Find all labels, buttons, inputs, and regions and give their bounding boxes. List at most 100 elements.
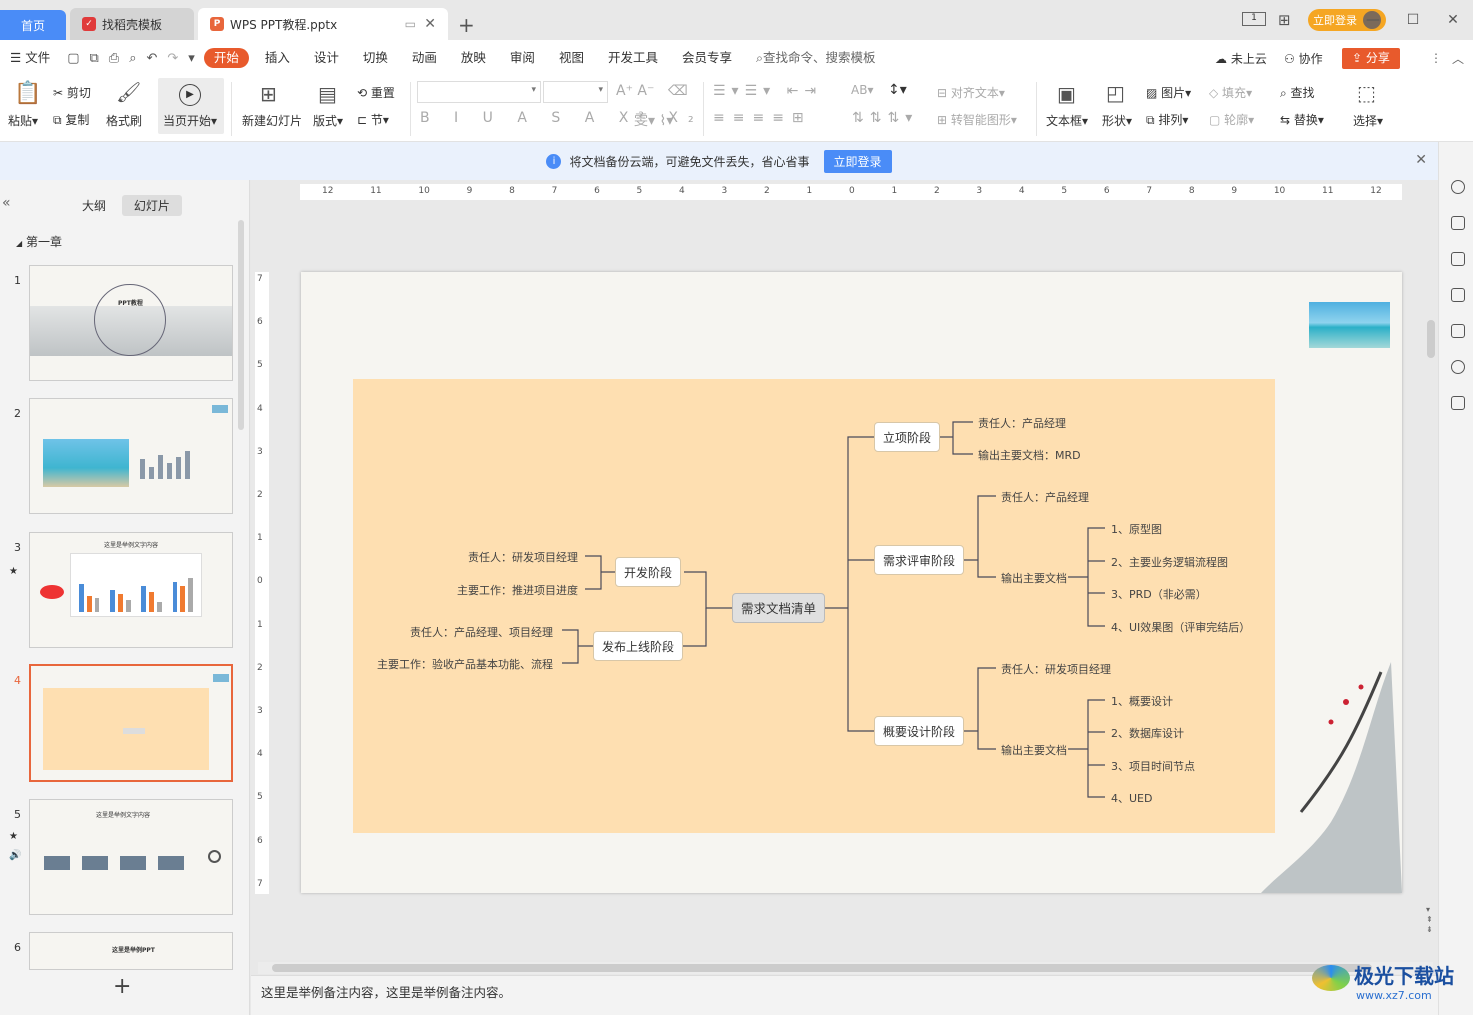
vertical-scrollbar[interactable]: ▾ ⇞ ⇟ [1424,180,1438,960]
select-icon[interactable]: ⬚ [1357,81,1376,105]
slide-thumbnail-2[interactable] [29,398,233,514]
align-text-button[interactable]: ⊟ 对齐文本▾ [937,84,1005,101]
clear-format-icon[interactable]: ⌫ [668,83,688,99]
mindmap-node-review[interactable]: 需求评审阶段 [874,545,965,575]
spacing-icons[interactable]: ⇅⇅⇅▾ [852,110,918,126]
mindmap-node-release[interactable]: 发布上线阶段 [593,631,684,661]
star-icon[interactable] [1451,252,1465,266]
mindmap-node-dev[interactable]: 开发阶段 [615,557,682,587]
mindmap-leaf[interactable]: 2、主要业务逻辑流程图 [1111,554,1228,570]
scroll-thumb[interactable] [272,964,1372,972]
tab-slides[interactable]: 幻灯片 [121,195,182,216]
section-header[interactable]: ◢ 第一章 [16,233,62,250]
mindmap-node-initiation[interactable]: 立项阶段 [874,422,941,452]
comment-icon[interactable] [1451,288,1465,302]
image-edit-icon[interactable] [1451,324,1465,338]
format-painter-button[interactable]: 格式刷 [106,112,142,129]
slide-canvas[interactable]: 需求文档清单 开发阶段 发布上线阶段 责任人：研发项目经理 主要工作：推进项目进… [301,272,1402,893]
mindmap-leaf[interactable]: 输出主要文档 [1001,742,1067,758]
mindmap-leaf[interactable]: 主要工作：推进项目进度 [457,582,578,598]
slide-thumbnail-3[interactable]: 这里是举例文字内容 [29,532,233,648]
tab-daoke[interactable]: ✓ 找稻壳模板 [70,8,194,40]
mindmap-leaf[interactable]: 3、项目时间节点 [1111,758,1195,774]
layout-button[interactable]: 版式▾ [313,112,343,129]
more-quick-icon[interactable]: ▾ [183,51,200,66]
menu-review[interactable]: 审阅 [498,40,547,76]
grid-apps-icon[interactable]: ⊞ [1278,11,1291,29]
close-window-icon[interactable]: ✕ [1433,12,1473,28]
slide-thumbnail-4-selected[interactable] [29,664,233,782]
phonetic-icon[interactable]: 雯▾ ⌇▾ [634,110,673,130]
menu-slideshow[interactable]: 放映 [449,40,498,76]
mindmap-leaf[interactable]: 责任人：产品经理 [978,415,1066,431]
textbox-icon[interactable]: ▣ [1057,82,1076,106]
play-from-current-button[interactable]: ▶ 当页开始▾ [158,78,224,134]
settings-sliders-icon[interactable] [1451,216,1465,230]
copy-button[interactable]: ⧉ 复制 [53,111,89,128]
book-search-icon[interactable] [1451,396,1465,410]
mindmap-leaf[interactable]: 2、数据库设计 [1111,725,1184,741]
panel-scrollbar[interactable] [238,220,244,430]
pin-icon[interactable]: ▭ [405,17,416,31]
format-painter-icon[interactable]: 🖌 [116,80,141,104]
new-tab-icon[interactable]: + [458,13,475,37]
horizontal-ruler[interactable]: 12 11 10 9 8 7 6 5 4 3 2 1 0 1 2 3 4 5 6 7 8 9 10 11 12 [300,184,1402,200]
menu-developer[interactable]: 开发工具 [596,40,670,76]
mindmap-central-node[interactable]: 需求文档清单 [732,593,826,623]
paste-icon[interactable]: 📋 [14,81,41,106]
mindmap-leaf[interactable]: 1、原型图 [1111,521,1162,537]
mindmap-leaf[interactable]: 3、PRD（非必需） [1111,586,1207,602]
collab-button[interactable]: ⚇ 协作 [1284,50,1323,67]
text-direction-icon[interactable]: AB▾ [851,83,873,97]
mindmap-node-design[interactable]: 概要设计阶段 [874,716,965,746]
add-slide-icon[interactable]: + [113,974,131,999]
vertical-ruler[interactable]: 7 6 5 4 3 2 1 0 1 2 3 4 5 6 7 [255,272,269,894]
menu-view[interactable]: 视图 [547,40,596,76]
layout-icon[interactable]: ▤ [318,82,337,106]
rocket-icon[interactable] [1451,180,1465,194]
location-icon[interactable] [1451,360,1465,374]
smart-shape-button[interactable]: ⊞ 转智能图形▾ [937,111,1017,128]
collapse-ribbon-icon[interactable]: ︿ [1452,50,1464,67]
find-button[interactable]: ⌕ 查找 [1280,84,1315,101]
slide-thumbnail-5[interactable]: 这里是举例文字内容 [29,799,233,915]
menu-animation[interactable]: 动画 [400,40,449,76]
save-icon[interactable]: ▢ [62,51,84,66]
mindmap-leaf[interactable]: 责任人：研发项目经理 [468,549,578,565]
mindmap-leaf[interactable]: 4、UED [1111,790,1152,806]
minimize-icon[interactable]: — [1353,12,1393,28]
arrange-button[interactable]: ⧉ 排列▾ [1146,111,1188,128]
notification-login-button[interactable]: 立即登录 [823,149,892,173]
more-icon[interactable]: ⋮ [1430,51,1442,65]
menu-insert[interactable]: 插入 [253,40,302,76]
export-icon[interactable]: ⧉ [85,51,104,66]
mindmap-leaf[interactable]: 输出主要文档 [1001,570,1067,586]
outline-button[interactable]: ▢ 轮廓▾ [1209,111,1254,128]
horizontal-scrollbar[interactable] [258,962,1433,974]
tab-home[interactable]: 首页 [0,10,66,40]
section-button[interactable]: ⊏ 节▾ [357,111,389,128]
print-icon[interactable]: ⎙ [104,51,124,66]
shape-icon[interactable]: ◰ [1106,81,1125,105]
fill-button[interactable]: ◇ 填充▾ [1209,84,1252,101]
font-grow-icon[interactable]: A⁺ A⁻ [616,83,654,99]
reading-mode-icon[interactable]: 1 [1242,12,1266,26]
menu-design[interactable]: 设计 [302,40,351,76]
list-icons[interactable]: ☰▾☰▾ ⇤⇥ [713,83,822,99]
collapse-panel-icon[interactable]: « [2,195,11,211]
new-slide-icon[interactable]: ⊞ [260,82,277,106]
align-icons[interactable]: ≡≡≡≡⊞ [713,110,812,126]
menu-start[interactable]: 开始 [203,48,249,68]
command-search[interactable]: ⌕查找命令、搜索模板 [744,40,888,76]
close-tab-icon[interactable]: ✕ [424,16,436,32]
slide-thumbnail-6[interactable]: 这里是举例PPT [29,932,233,970]
mindmap-leaf[interactable]: 责任人：产品经理 [1001,489,1089,505]
tab-outline[interactable]: 大纲 [70,195,118,216]
cloud-status[interactable]: ☁ 未上云 [1215,50,1267,67]
textbox-button[interactable]: 文本框▾ [1046,112,1088,129]
tab-document[interactable]: P WPS PPT教程.pptx ▭ ✕ [198,8,448,40]
preview-icon[interactable]: ⌕ [124,51,141,66]
new-slide-button[interactable]: 新建幻灯片 [242,112,302,129]
mindmap-leaf[interactable]: 责任人：产品经理、项目经理 [410,624,553,640]
mindmap-leaf[interactable]: 输出主要文档：MRD [978,447,1081,463]
